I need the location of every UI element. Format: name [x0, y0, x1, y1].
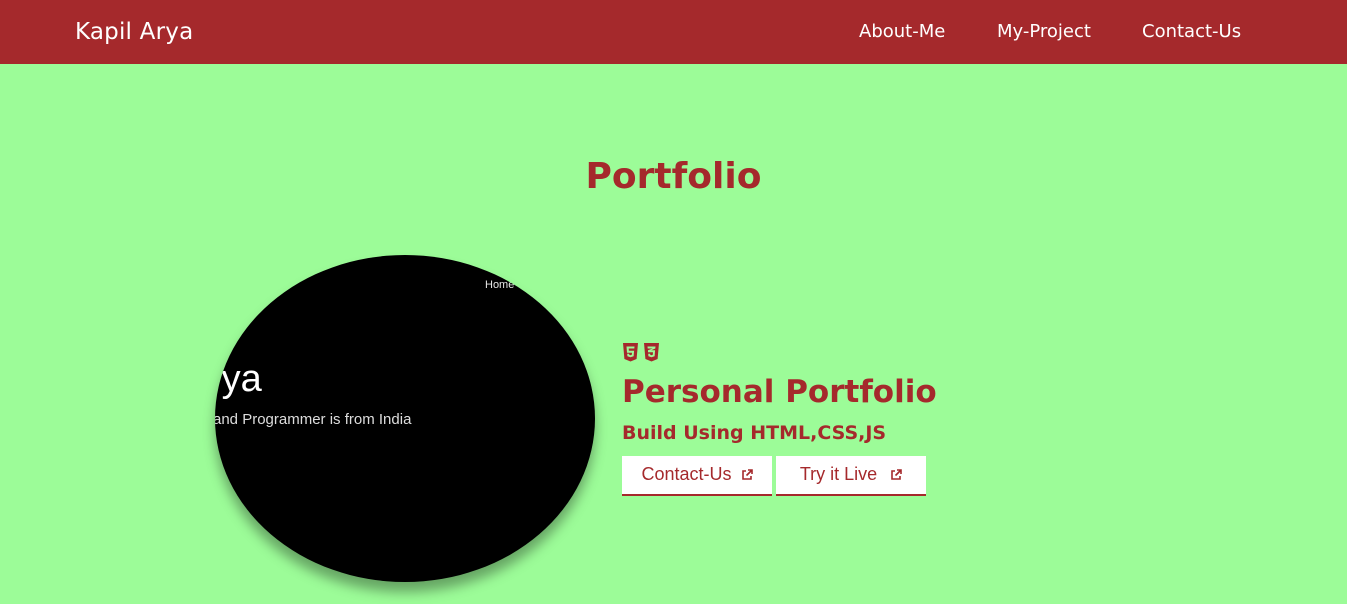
section-title: Portfolio [585, 156, 762, 197]
preview-nav-home: Home [485, 279, 515, 291]
tech-icons [622, 342, 660, 364]
contact-us-button[interactable]: Contact-Us [622, 456, 772, 496]
nav-link-about-me[interactable]: About-Me [859, 20, 945, 44]
try-it-live-button[interactable]: Try it Live [776, 456, 926, 496]
nav-link-my-project[interactable]: My-Project [997, 20, 1091, 44]
try-it-live-label: Try it Live [799, 464, 878, 484]
project-title: Personal Portfolio [622, 374, 937, 410]
nav-link-contact-us[interactable]: Contact-Us [1142, 20, 1241, 44]
external-link-icon [891, 469, 902, 480]
brand-logo[interactable]: Kapil Arya [75, 17, 193, 47]
contact-us-label: Contact-Us [641, 464, 732, 484]
html5-icon [623, 343, 638, 362]
navbar: Kapil Arya About-Me My-Project Contact-U… [0, 0, 1347, 64]
external-link-icon [741, 469, 753, 480]
project-subtitle: Build Using HTML,CSS,JS [622, 422, 887, 444]
preview-tagline-text: and Programmer is from India [215, 411, 412, 428]
preview-name-text: rya [215, 358, 262, 400]
project-preview-image: Home rya and Programmer is from India [215, 255, 595, 582]
css3-icon [644, 343, 659, 362]
